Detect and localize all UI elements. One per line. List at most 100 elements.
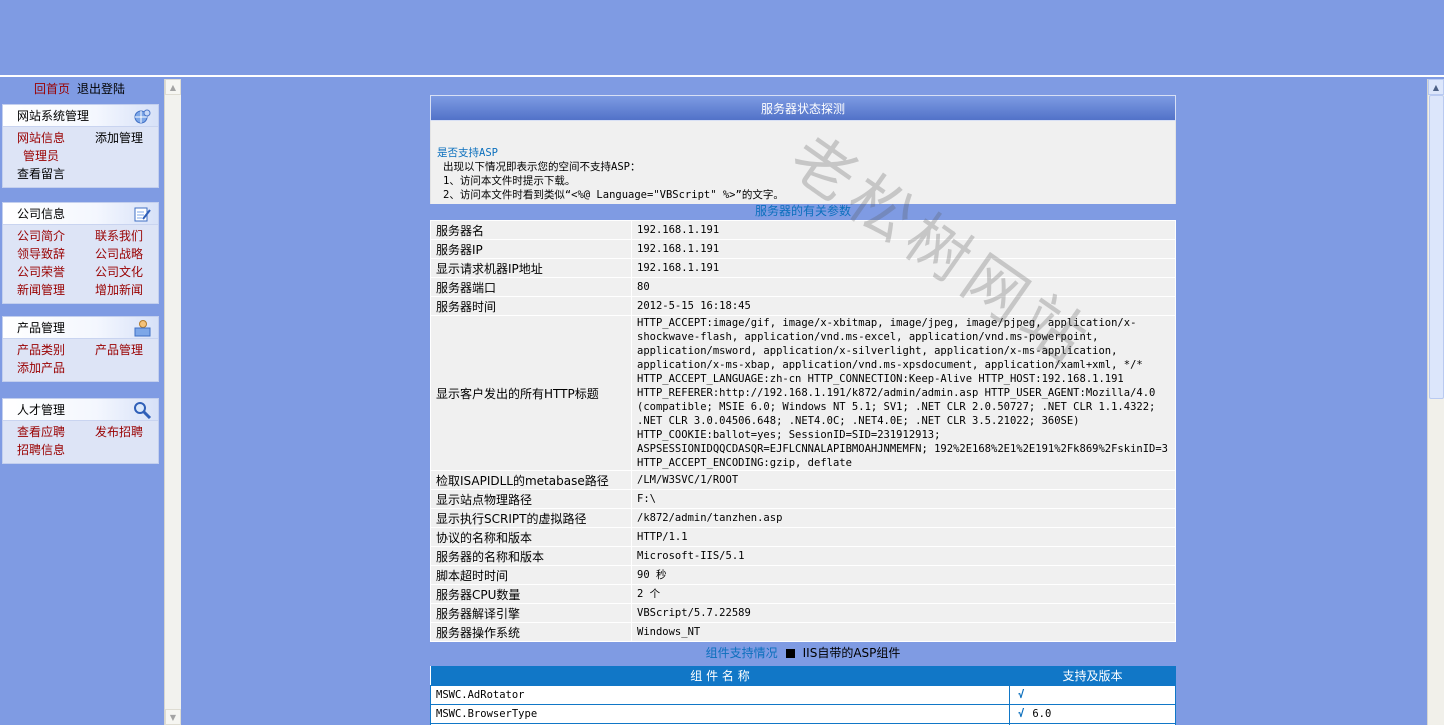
table-row: 检取ISAPIDLL的metabase路径/LM/W3SVC/1/ROOT (430, 470, 1176, 490)
panel-title: 服务器状态探测 (430, 95, 1176, 121)
component-support: √ (1009, 684, 1176, 705)
logout-link[interactable]: 退出登陆 (77, 82, 125, 96)
table-row: 服务器IP 192.168.1.191 (430, 239, 1176, 259)
table-row: 显示客户发出的所有HTTP标题 HTTP_ACCEPT:image/gif, im… (430, 315, 1176, 471)
asp-support-block: 是否支持ASP 出现以下情况即表示您的空间不支持ASP： 1、访问本文件时提示下… (430, 121, 1176, 204)
param-key: 服务器名 (430, 220, 632, 240)
table-row: 显示请求机器IP地址 192.168.1.191 (430, 258, 1176, 278)
check-icon: √ (1018, 688, 1025, 701)
menu-item-add-news[interactable]: 增加新闻 (95, 281, 173, 299)
menu-items: 网站信息 添加管理 管理员 查看留言 (3, 127, 158, 187)
menu-item-culture[interactable]: 公司文化 (95, 263, 173, 281)
table-row: 显示站点物理路径 F:\ (430, 489, 1176, 509)
edit-note-icon (134, 207, 151, 222)
main-scrollbar[interactable]: ▲ (1427, 79, 1444, 725)
menu-group-header: 公司信息 (3, 203, 158, 225)
components-subtitle: IIS自带的ASP组件 (802, 646, 901, 660)
menu-item-add-product[interactable]: 添加产品 (17, 359, 95, 377)
param-key: 服务器CPU数量 (430, 584, 632, 604)
menu-item-add-admin[interactable]: 添加管理 (95, 129, 173, 147)
table-row: 服务器的名称和版本 Microsoft-IIS/5.1 (430, 546, 1176, 566)
param-value: Windows_NT (631, 622, 1176, 642)
component-name-header: 组 件 名 称 (430, 666, 1010, 685)
check-icon: √ (1018, 707, 1025, 720)
menu-item-view-messages[interactable]: 查看留言 (17, 165, 95, 183)
menu-group-products: 产品管理 产品类别 产品管理 添加产品 (2, 316, 159, 382)
menu-item-post-job[interactable]: 发布招聘 (95, 423, 173, 441)
param-key: 服务器解译引擎 (430, 603, 632, 623)
menu-group-header: 产品管理 (3, 317, 158, 339)
menu-group-title: 网站系统管理 (17, 109, 90, 123)
asp-line: 2、访问本文件时看到类似“<%@ Language="VBScript" %>”… (443, 189, 784, 201)
scroll-down-arrow-icon[interactable]: ▼ (165, 709, 181, 725)
server-params-table: 服务器名 192.168.1.191 服务器IP 192.168.1.191 显示请求机… (430, 220, 1176, 642)
menu-item-contact[interactable]: 联系我们 (95, 227, 173, 245)
scroll-up-arrow-icon[interactable]: ▲ (165, 79, 181, 95)
menu-item-company-profile[interactable]: 公司简介 (17, 227, 95, 245)
menu-item-admins[interactable]: 管理员 (17, 147, 95, 165)
menu-item-view-applications[interactable]: 查看应聘 (17, 423, 95, 441)
menu-item-site-info[interactable]: 网站信息 (17, 129, 95, 147)
component-name: MSWC.BrowserType (430, 703, 1010, 724)
menu-item-honors[interactable]: 公司荣誉 (17, 263, 95, 281)
menu-group-recruitment: 人才管理 查看应聘 发布招聘 招聘信息 (2, 398, 159, 464)
table-row: 脚本超时时间 90 秒 (430, 565, 1176, 585)
menu-items: 公司简介 联系我们 领导致辞 公司战略 公司荣誉 公司文化 新闻管理 增加新闻 (3, 225, 158, 303)
table-row: 服务器名 192.168.1.191 (430, 220, 1176, 240)
menu-item-strategy[interactable]: 公司战略 (95, 245, 173, 263)
param-value: HTTP_ACCEPT:image/gif, image/x-xbitmap, … (631, 315, 1176, 471)
menu-item-news-admin[interactable]: 新闻管理 (17, 281, 95, 299)
component-support: √ 6.0 (1009, 703, 1176, 724)
param-key: 显示站点物理路径 (430, 489, 632, 509)
menu-items: 产品类别 产品管理 添加产品 (3, 339, 158, 381)
menu-group-header: 网站系统管理 (3, 105, 158, 127)
table-row: MSWC.AdRotator √ (430, 684, 1176, 705)
menu-group-company-info: 公司信息 公司简介 联系我们 领导致辞 公司战略 公司荣誉 公司文化 新闻管理 … (2, 202, 159, 304)
param-key: 服务器操作系统 (430, 622, 632, 642)
asp-support-title: 是否支持ASP (437, 147, 498, 159)
param-key: 检取ISAPIDLL的metabase路径 (430, 470, 632, 490)
menu-item-product-category[interactable]: 产品类别 (17, 341, 95, 359)
param-value: 2012-5-15 16:18:45 (631, 296, 1176, 316)
component-name: MSWC.AdRotator (430, 684, 1010, 705)
top-banner (0, 0, 1444, 77)
components-table: 组 件 名 称 支持及版本 MSWC.AdRotator √ MSWC.Browse… (430, 666, 1176, 725)
magnifier-icon (134, 402, 152, 419)
param-value: 80 (631, 277, 1176, 297)
param-key: 协议的名称和版本 (430, 527, 632, 547)
asp-line: 1、访问本文件时提示下载。 (443, 175, 576, 187)
sidebar-top-links: 回首页 退出登陆 (0, 79, 163, 99)
menu-item-product-admin[interactable]: 产品管理 (95, 341, 173, 359)
menu-item-job-info[interactable]: 招聘信息 (17, 441, 95, 459)
param-key: 服务器的名称和版本 (430, 546, 632, 566)
param-value: 192.168.1.191 (631, 258, 1176, 278)
server-probe-panel: 服务器状态探测 是否支持ASP 出现以下情况即表示您的空间不支持ASP： 1、访… (430, 95, 1176, 725)
sidebar: 回首页 退出登陆 网站系统管理 网站信息 添加管理 管理员 查看留言 公司信息 公… (0, 79, 163, 725)
scroll-up-arrow-icon[interactable]: ▲ (1428, 79, 1444, 95)
param-value: Microsoft-IIS/5.1 (631, 546, 1176, 566)
param-key: 显示执行SCRIPT的虚拟路径 (430, 508, 632, 528)
sidebar-scrollbar[interactable]: ▲ ▼ (164, 79, 181, 725)
param-key: 服务器端口 (430, 277, 632, 297)
menu-group-title: 产品管理 (17, 321, 66, 335)
param-value: 90 秒 (631, 565, 1176, 585)
param-value: 192.168.1.191 (631, 220, 1176, 240)
table-row: 协议的名称和版本 HTTP/1.1 (430, 527, 1176, 547)
menu-group-header: 人才管理 (3, 399, 158, 421)
table-row: MSWC.BrowserType √ 6.0 (430, 703, 1176, 724)
table-row: 显示执行SCRIPT的虚拟路径/k872/admin/tanzhen.asp (430, 508, 1176, 528)
param-key: 服务器时间 (430, 296, 632, 316)
param-key: 服务器IP (430, 239, 632, 259)
menu-group-title: 公司信息 (17, 207, 66, 221)
param-key: 显示请求机器IP地址 (430, 258, 632, 278)
home-link[interactable]: 回首页 (34, 82, 70, 96)
menu-items: 查看应聘 发布招聘 招聘信息 (3, 421, 158, 463)
param-value: 192.168.1.191 (631, 239, 1176, 259)
user-box-icon (134, 320, 151, 337)
components-section-title: 组件支持情况 IIS自带的ASP组件 (430, 642, 1176, 666)
menu-item-leader-speech[interactable]: 领导致辞 (17, 245, 95, 263)
params-section-title: 服务器的有关参数 (754, 204, 851, 218)
table-row: 服务器操作系统 Windows_NT (430, 622, 1176, 642)
scrollbar-thumb[interactable] (1429, 95, 1444, 399)
main-content: 服务器状态探测 是否支持ASP 出现以下情况即表示您的空间不支持ASP： 1、访… (182, 79, 1427, 725)
